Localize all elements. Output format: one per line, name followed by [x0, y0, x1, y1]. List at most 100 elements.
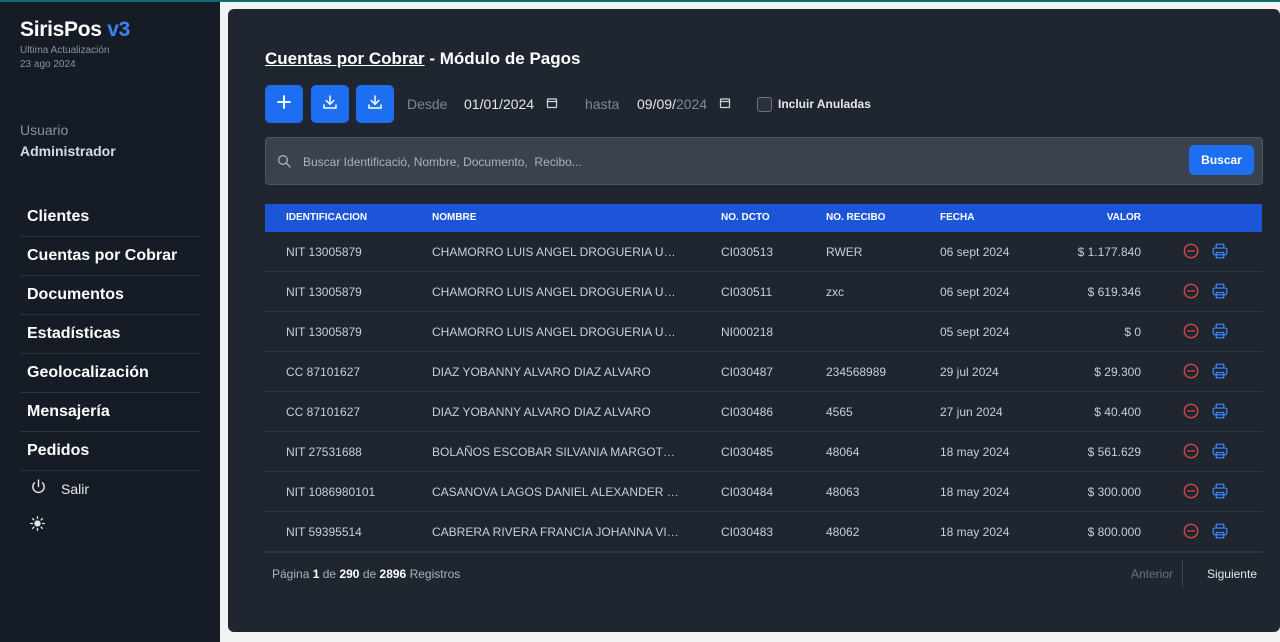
current-page: 1 [312, 567, 320, 581]
pagination-divider [1182, 560, 1183, 586]
add-payment-button[interactable] [265, 85, 303, 123]
previous-page-button[interactable]: Anterior [1131, 567, 1173, 581]
table-body: NIT 13005879 CHAMORRO LUIS ANGEL DROGUERI… [265, 232, 1262, 552]
header-no-recibo: NO. RECIBO [826, 212, 886, 223]
download-icon [321, 93, 339, 116]
void-icon[interactable] [1182, 322, 1200, 345]
sidebar: SirisPos v3 Ultima Actualización 23 ago … [0, 2, 220, 642]
cell-valor: $ 29.300 [1094, 365, 1141, 379]
from-date-input[interactable]: 01/01/2024 [464, 96, 558, 112]
download-button[interactable] [311, 85, 349, 123]
cell-dcto: CI030484 [721, 485, 774, 499]
main-panel: Cuentas por Cobrar - Módulo de Pagos Des… [228, 9, 1280, 632]
cell-recibo: 48063 [826, 485, 860, 499]
include-void-label[interactable]: Incluir Anuladas [778, 97, 871, 111]
table-row: NIT 1086980101 CASANOVA LAGOS DANIEL ALEX… [265, 472, 1262, 512]
cell-valor: $ 40.400 [1094, 405, 1141, 419]
last-update: Ultima Actualización 23 ago 2024 [20, 44, 109, 72]
cell-id: NIT 13005879 [286, 245, 362, 259]
cell-valor: $ 800.000 [1087, 525, 1141, 539]
table-row: CC 87101627 DIAZ YOBANNY ALVARO DIAZ ALVA… [265, 392, 1262, 432]
from-date-mm: 01 [483, 96, 500, 112]
calendar-icon[interactable] [546, 96, 558, 112]
search-input[interactable] [301, 152, 1105, 172]
from-label: Desde [407, 96, 448, 112]
cell-recibo: 48064 [826, 445, 860, 459]
cell-nombre: BOLAÑOS ESCOBAR SILVANIA MARGOTH DROGUER… [432, 445, 682, 459]
plus-icon [275, 93, 293, 116]
from-date-dd: 01 [464, 96, 480, 112]
cell-dcto: CI030487 [721, 365, 774, 379]
power-icon [30, 478, 47, 500]
sidebar-item-estadisticas[interactable]: Estadísticas [20, 315, 200, 354]
void-icon[interactable] [1182, 282, 1200, 305]
search-button[interactable]: Buscar [1189, 145, 1254, 175]
cell-id: NIT 13005879 [286, 285, 362, 299]
sidebar-item-clientes[interactable]: Clientes [20, 198, 200, 237]
of-label: de [322, 567, 337, 581]
cell-id: NIT 59395514 [286, 525, 362, 539]
pagination: Página 1 de 290 de 2896 Registros Anteri… [265, 552, 1262, 595]
sidebar-item-cuentas-por-cobrar[interactable]: Cuentas por Cobrar [20, 237, 200, 276]
search-bar: Buscar [265, 137, 1263, 185]
sun-icon [30, 516, 45, 535]
header-fecha: FECHA [940, 212, 975, 223]
logout-label: Salir [61, 481, 90, 497]
header-valor: VALOR [1106, 212, 1141, 223]
print-icon[interactable] [1211, 402, 1229, 425]
print-icon[interactable] [1211, 522, 1229, 545]
sidebar-item-pedidos[interactable]: Pedidos [20, 432, 200, 471]
cell-nombre: CABRERA RIVERA FRANCIA JOHANNA VILLA [432, 525, 682, 539]
theme-toggle-button[interactable] [30, 516, 45, 536]
next-page-button[interactable]: Siguiente [1207, 567, 1257, 581]
cell-nombre: CASANOVA LAGOS DANIEL ALEXANDER DROGUERI… [432, 485, 682, 499]
cell-dcto: CI030485 [721, 445, 774, 459]
cell-fecha: 18 may 2024 [940, 445, 1010, 459]
to-label: hasta [585, 96, 620, 112]
records-label: Registros [409, 567, 461, 581]
header-nombre: NOMBRE [432, 212, 477, 223]
void-icon[interactable] [1182, 482, 1200, 505]
sidebar-item-geolocalizacion[interactable]: Geolocalización [20, 354, 200, 393]
sidebar-item-mensajeria[interactable]: Mensajería [20, 393, 200, 432]
void-icon[interactable] [1182, 402, 1200, 425]
cell-fecha: 29 jul 2024 [940, 365, 999, 379]
print-icon[interactable] [1211, 282, 1229, 305]
page-label: Página [272, 567, 310, 581]
void-icon[interactable] [1182, 242, 1200, 265]
cell-id: NIT 27531688 [286, 445, 362, 459]
print-icon[interactable] [1211, 442, 1229, 465]
table-row: CC 87101627 DIAZ YOBANNY ALVARO DIAZ ALVA… [265, 352, 1262, 392]
logout-button[interactable]: Salir [30, 478, 89, 500]
cell-fecha: 06 sept 2024 [940, 285, 1010, 299]
breadcrumb-link[interactable]: Cuentas por Cobrar [265, 49, 425, 68]
include-void-checkbox[interactable] [757, 97, 772, 112]
table-header: IDENTIFICACION NOMBRE NO. DCTO NO. RECIB… [265, 204, 1262, 232]
cell-id: NIT 13005879 [286, 325, 362, 339]
to-date-yyyy: 2024 [675, 96, 708, 112]
calendar-icon[interactable] [719, 96, 731, 112]
print-icon[interactable] [1211, 482, 1229, 505]
cell-dcto: CI030486 [721, 405, 774, 419]
cell-dcto: NI000218 [721, 325, 774, 339]
table-row: NIT 27531688 BOLAÑOS ESCOBAR SILVANIA MAR… [265, 432, 1262, 472]
page-title-rest: - Módulo de Pagos [424, 49, 581, 68]
page-info: Página 1 de 290 de 2896 Registros [272, 567, 460, 581]
void-icon[interactable] [1182, 362, 1200, 385]
print-icon[interactable] [1211, 322, 1229, 345]
sidebar-item-documentos[interactable]: Documentos [20, 276, 200, 315]
cell-dcto: CI030513 [721, 245, 774, 259]
last-update-label: Ultima Actualización [20, 45, 110, 56]
to-date-input[interactable]: 09/09/2024 [637, 96, 731, 112]
sidebar-nav: Clientes Cuentas por Cobrar Documentos E… [20, 198, 200, 471]
page-title: Cuentas por Cobrar - Módulo de Pagos [265, 49, 580, 69]
void-icon[interactable] [1182, 442, 1200, 465]
cell-valor: $ 300.000 [1087, 485, 1141, 499]
print-icon[interactable] [1211, 362, 1229, 385]
cell-fecha: 18 may 2024 [940, 485, 1010, 499]
print-icon[interactable] [1211, 242, 1229, 265]
download-icon [366, 93, 384, 116]
table-row: NIT 59395514 CABRERA RIVERA FRANCIA JOHAN… [265, 512, 1262, 552]
void-icon[interactable] [1182, 522, 1200, 545]
download-excel-button[interactable] [356, 85, 394, 123]
